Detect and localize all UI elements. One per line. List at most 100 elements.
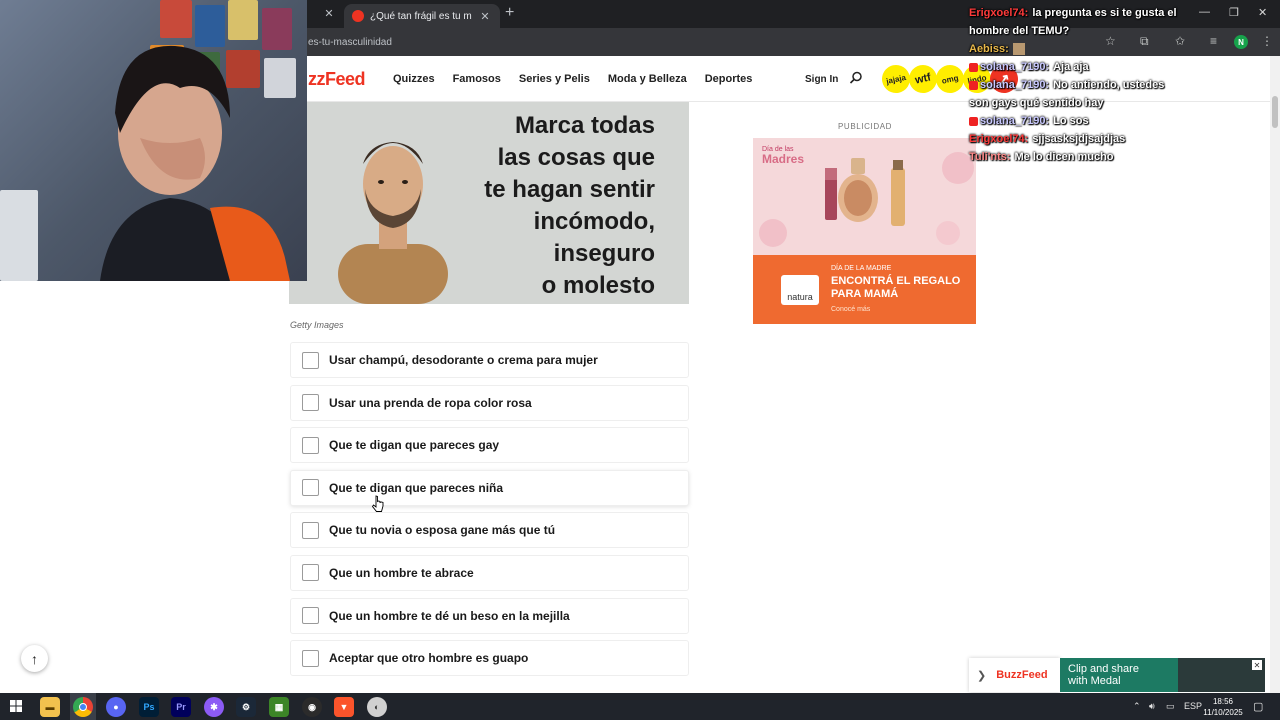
close-icon[interactable]: ✕ [322,7,336,20]
hero-headline: Marca todas las cosas que te hagan senti… [484,110,655,302]
mod-badge-icon [969,62,978,72]
menu-kebab-icon[interactable]: ⋮ [1261,34,1273,48]
ad-cta-link[interactable]: Conocé más [831,306,870,313]
network-icon[interactable]: ▭ [1166,701,1175,712]
app-icon[interactable]: ◐ [367,697,387,717]
medal-text-line: Clip and share [1068,663,1139,675]
badge-omg[interactable]: omg [933,62,967,96]
perfume-bottles-illustration [759,152,974,247]
checkbox[interactable] [302,521,319,539]
hero-line: incómodo, [533,208,655,235]
steam-icon[interactable]: ⚙ [236,697,256,717]
checkbox[interactable] [302,564,319,582]
nav-quizzes[interactable]: Quizzes [393,73,435,85]
checklist-item[interactable]: Usar una prenda de ropa color rosa [290,384,689,421]
checklist-item-label: Aceptar que otro hombre es guapo [329,651,529,666]
premiere-icon[interactable]: Pr [171,697,191,717]
chat-text: Aja aja [1053,61,1089,73]
checklist-item-label: Usar champú, desodorante o crema para mu… [329,353,598,367]
nav-famosos[interactable]: Famosos [453,73,501,85]
checklist-item[interactable]: Que tu novia o esposa gane más que tú [290,512,689,549]
browser-tab-active[interactable]: ¿Qué tan frágil es tu masculinidad? ✕ [344,4,500,28]
mod-badge-icon [969,116,978,126]
checklist-item[interactable]: Que te digan que pareces niña [290,469,689,506]
restore-icon[interactable]: ❐ [1229,6,1239,19]
brave-icon[interactable]: ▼ [334,697,354,717]
hero-line: o molesto [541,272,655,299]
checklist-item-label: Que tu novia o esposa gane más que tú [329,523,556,538]
profile-avatar[interactable]: N [1234,35,1248,49]
webcam-overlay [0,0,307,281]
checkbox[interactable] [302,351,319,369]
medal-text: Clip and share with Medal [1068,663,1139,687]
file-explorer-icon[interactable]: ▬ [40,697,60,717]
chat-username: Tuli'nts: [969,151,1011,163]
checklist-item-label: Usar una prenda de ropa color rosa [329,395,532,410]
checkbox[interactable] [302,607,319,625]
nav-series-pelis[interactable]: Series y Pelis [519,73,590,85]
man-portrait-illustration [338,142,448,304]
nav-deportes[interactable]: Deportes [705,73,753,85]
back-to-top-button[interactable]: ↑ [21,645,48,672]
taskbar-clock[interactable]: 18:56 11/10/2025 [1201,696,1245,718]
buzzfeed-sticky-bar[interactable]: ❯ BuzzFeed [969,658,1060,692]
close-icon[interactable]: ✕ [478,10,492,23]
search-icon[interactable] [849,71,863,85]
tab-title: ¿Qué tan frágil es tu masculinidad? [370,10,472,22]
ad-kicker: DÍA DE LA MADRE [831,265,892,272]
checkbox[interactable] [302,436,319,454]
chevron-right-icon[interactable]: ❯ [977,669,986,682]
checklist-item[interactable]: Usar champú, desodorante o crema para mu… [290,342,689,378]
checkbox[interactable] [302,394,319,412]
page-scrollbar[interactable] [1270,56,1280,693]
chevron-up-icon[interactable]: ⌃ [1133,701,1141,712]
clock-time: 18:56 [1212,697,1234,706]
checklist-item[interactable]: Que te digan que pareces gay [290,427,689,464]
drawer-unit [0,190,38,281]
sign-in-link[interactable]: Sign In [805,74,838,85]
windows-start-icon[interactable] [10,700,22,712]
checklist: Usar champú, desodorante o crema para mu… [290,342,689,683]
media-control-icon[interactable]: ≡ [1210,34,1217,48]
ad-headline: ENCONTRÁ EL REGALO PARA MAMÁ [831,275,961,300]
hero-line: te hagan sentir [484,176,655,203]
volume-icon[interactable]: 🔊︎ [1149,701,1155,712]
chat-message: Tuli'nts: Me lo dicen mucho [969,148,1184,166]
minecraft-icon[interactable]: ▦ [269,697,289,717]
checkbox[interactable] [302,649,319,667]
checklist-item[interactable]: Que un hombre te abrace [290,554,689,591]
language-indicator[interactable]: ESP [1184,701,1202,711]
natura-ad[interactable]: Día de las Madres natura DÍA DE LA MADRE… [753,138,976,324]
close-window-icon[interactable]: ✕ [1258,6,1267,19]
minimize-icon[interactable]: — [1199,6,1210,18]
checklist-item[interactable]: Que un hombre te dé un beso en la mejill… [290,597,689,634]
app-icon[interactable]: ✱ [204,697,224,717]
medal-ad[interactable]: Clip and share with Medal ✕ [1060,658,1265,692]
new-tab-icon[interactable]: + [505,4,514,22]
hero-line: Marca todas [514,112,655,139]
scrollbar-thumb[interactable] [1272,96,1278,128]
chat-text: Me lo dicen mucho [1014,151,1114,163]
checkbox[interactable] [302,479,319,497]
streamer-webcam-figure [100,45,290,281]
badge-jajaja[interactable]: jajaja [879,62,913,96]
hero-line: las cosas que [497,144,655,171]
nav-moda-belleza[interactable]: Moda y Belleza [608,73,687,85]
buzzfeed-logo[interactable]: zzFeed [308,69,366,90]
discord-icon[interactable]: ● [106,697,126,717]
close-icon[interactable]: ✕ [1252,660,1262,670]
badge-wtf[interactable]: wtf [906,62,940,96]
checklist-item-label: Que un hombre te abrace [329,565,474,580]
obs-icon[interactable]: ◉ [302,697,322,717]
wall-poster [160,0,192,38]
photoshop-icon[interactable]: Ps [139,697,159,717]
checklist-item[interactable]: Aceptar que otro hombre es guapo [290,640,689,677]
url-field[interactable]: es-tu-masculinidad [308,37,392,48]
ad-label: PUBLICIDAD [838,122,893,131]
chat-message: Aebiss: [969,40,1184,58]
chat-username: solana_7190: [980,61,1050,73]
arrow-up-icon: ↑ [31,650,38,667]
ad-cta-panel: natura DÍA DE LA MADRE ENCONTRÁ EL REGAL… [753,255,976,324]
chrome-icon[interactable] [73,697,93,717]
notification-icon[interactable]: ▢ [1253,700,1263,713]
